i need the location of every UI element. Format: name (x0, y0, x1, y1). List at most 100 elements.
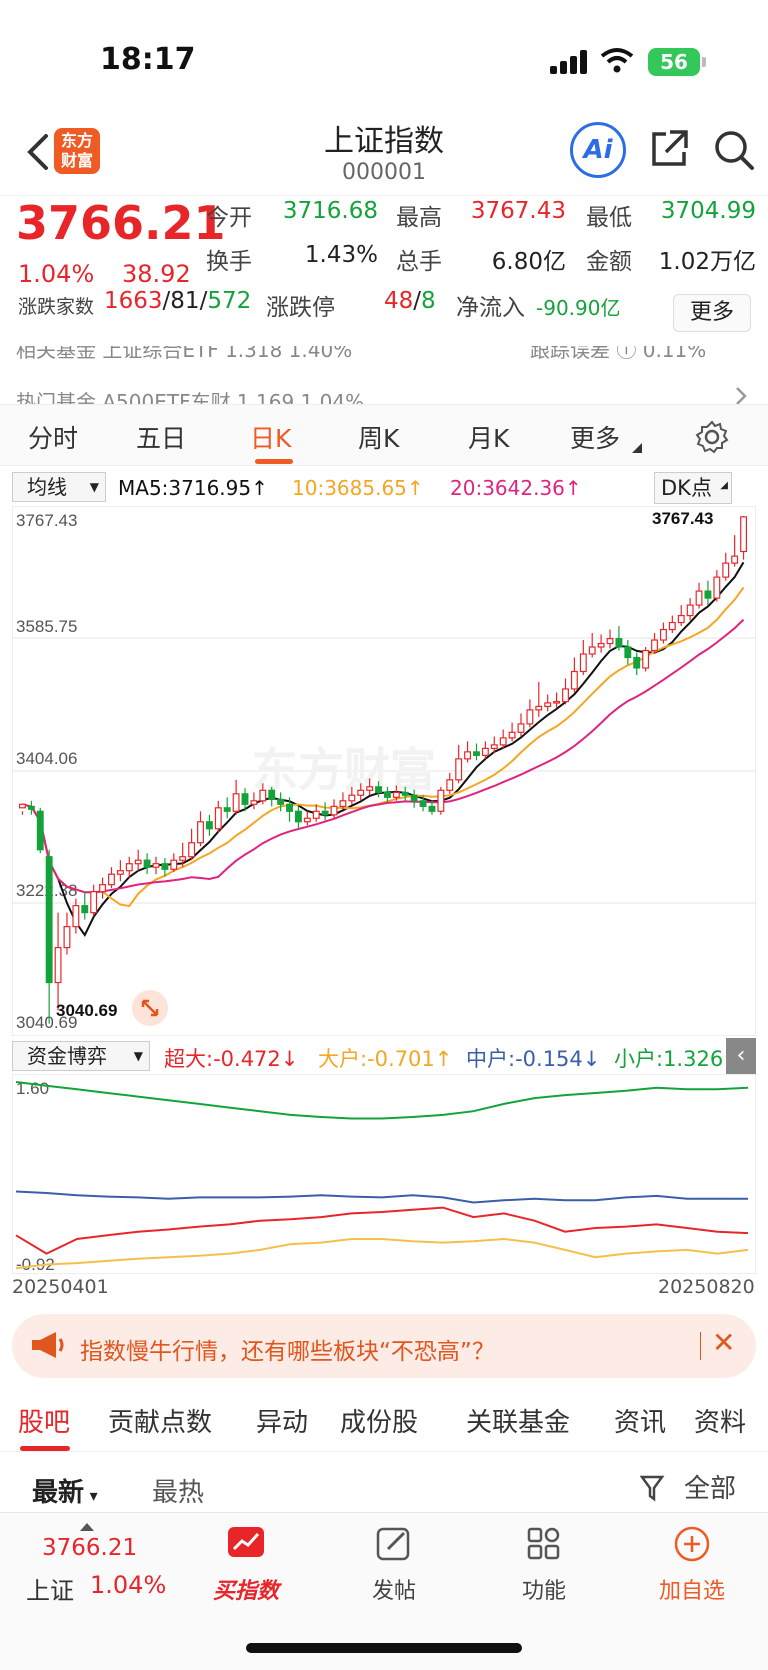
related-fund-ticker[interactable]: 相关基金 上证综合ETF 1.318 1.40% 跟踪误差 ⓘ 0.11% 热门… (0, 346, 768, 404)
tab-guba[interactable]: 股吧 (18, 1402, 70, 1439)
tab-constituents[interactable]: 成份股 (340, 1402, 418, 1439)
candle-body (508, 731, 516, 739)
candle-body (134, 859, 142, 865)
limit-down-count: 8 (421, 288, 436, 314)
candle-body (740, 516, 747, 553)
close-icon[interactable]: ✕ (712, 1326, 735, 1359)
top-nav: 东方 财富 上证指数 000001 Ai (0, 110, 768, 196)
up-count: 1663 (104, 288, 163, 314)
candle-body (223, 807, 231, 812)
status-time: 18:17 (100, 42, 196, 77)
chevron-right-icon (736, 387, 747, 404)
candle-body (214, 807, 222, 830)
candle-body (116, 870, 124, 875)
sort-latest[interactable]: 最新 ▾ (32, 1472, 98, 1509)
small-value: 小户:1.326↑ (614, 1047, 741, 1071)
y-tick-label: 3585.75 (16, 617, 77, 636)
indicator-select[interactable]: 均线 ▼ (12, 472, 106, 502)
active-tab-underline (20, 1446, 70, 1451)
candle-body (384, 791, 391, 798)
ma-legend-bar: 均线 ▼ MA5:3716.95↑ 10:3685.65↑ 20:3642.36↑… (0, 468, 768, 508)
sort-hot[interactable]: 最热 (152, 1472, 204, 1509)
expand-up-icon[interactable] (80, 1521, 94, 1531)
candle-body (570, 670, 578, 690)
filter-all[interactable]: 全部 (684, 1468, 736, 1505)
edit-icon (376, 1527, 410, 1561)
capital-flow-chart[interactable]: 1.60 -0.92 (12, 1074, 756, 1274)
tab-movement[interactable]: 异动 (256, 1402, 308, 1439)
tab-news[interactable]: 资讯 (614, 1402, 666, 1439)
candle-body (419, 800, 427, 807)
post-button[interactable]: 发帖 (344, 1525, 444, 1605)
tab-related-funds[interactable]: 关联基金 (466, 1402, 570, 1439)
candle-body (312, 810, 320, 819)
candle-body (624, 646, 632, 659)
tab-five-day[interactable]: 五日 (136, 419, 186, 455)
open-label: 今开 (206, 205, 252, 231)
tab-profile[interactable]: 资料 (694, 1402, 746, 1439)
bottom-nav: 3766.21 上证 1.04% 买指数 发帖 功能 加自选 (0, 1512, 768, 1670)
buy-index-button[interactable]: 买指数 (196, 1525, 296, 1605)
volume-label: 总手 (396, 249, 442, 275)
add-watchlist-label: 加自选 (658, 1579, 725, 1604)
candle-body (535, 705, 543, 711)
ticker-row-related: 相关基金 上证综合ETF 1.318 1.40% (16, 346, 353, 362)
functions-button[interactable]: 功能 (494, 1525, 594, 1605)
promo-banner[interactable]: 指数慢牛行情，还有哪些板块“不恐高”？ ✕ (12, 1314, 756, 1378)
banner-separator (700, 1332, 701, 1360)
more-caret-icon (632, 443, 642, 453)
candle-body (597, 642, 605, 648)
candle-body (651, 639, 658, 652)
candle-body (161, 863, 169, 870)
flow-indicator-select[interactable]: 资金博弈 ▼ (12, 1041, 150, 1071)
indicator-select-label: 均线 (27, 475, 67, 499)
candle-body (668, 621, 676, 631)
candle-body (45, 856, 53, 984)
candle-body (392, 791, 400, 798)
tab-daily-k[interactable]: 日K (250, 419, 291, 455)
status-bar: 18:17 56 (0, 0, 768, 110)
ai-button[interactable]: Ai (570, 122, 626, 178)
section-tabs: 股吧 贡献点数 异动 成份股 关联基金 资讯 资料 (0, 1390, 768, 1452)
candle-body (277, 798, 285, 805)
tab-monthly-k[interactable]: 月K (468, 419, 509, 455)
down-count: 572 (207, 288, 252, 314)
candle-body (588, 646, 596, 655)
tab-contribution[interactable]: 贡献点数 (108, 1402, 212, 1439)
buy-index-label: 买指数 (212, 1579, 279, 1604)
candle-body (259, 789, 267, 802)
low-value: 3704.99 (660, 198, 756, 224)
candle-body (713, 576, 721, 599)
candle-body (633, 656, 641, 669)
search-icon[interactable] (712, 128, 756, 172)
more-button[interactable]: 更多 (673, 294, 751, 332)
collapse-panel-button[interactable]: ‹ (726, 1038, 756, 1074)
post-label: 发帖 (371, 1579, 416, 1604)
candle-body (615, 638, 623, 648)
share-icon[interactable] (648, 128, 690, 170)
add-watchlist-button[interactable]: 加自选 (642, 1525, 742, 1605)
breadth-values: 1663/81/572 (104, 288, 252, 314)
candle-body (455, 758, 463, 781)
super-large-value: 超大:-0.472↓ (164, 1047, 299, 1071)
candle-body (339, 800, 347, 807)
tab-weekly-k[interactable]: 周K (358, 419, 399, 455)
tab-more[interactable]: 更多 (570, 419, 620, 455)
candle-body (294, 810, 302, 823)
tab-intraday[interactable]: 分时 (28, 419, 78, 455)
trend-icon (228, 1527, 264, 1557)
y-tick-label: 3767.43 (16, 511, 77, 530)
signal-icon (550, 50, 590, 74)
low-label: 最低 (586, 205, 632, 231)
candle-body (205, 821, 213, 830)
gear-icon[interactable] (694, 419, 730, 455)
filter-icon[interactable] (640, 1474, 668, 1502)
kline-chart[interactable]: 东方财富 3767.43 3585.75 3404.06 3222.38 304… (12, 506, 756, 1036)
candle-body (642, 649, 650, 669)
candle-body (659, 628, 667, 641)
dk-point-button[interactable]: DK点 ◢ (654, 472, 732, 504)
open-value: 3716.68 (282, 198, 378, 224)
candle-body (179, 856, 187, 861)
candle-body (81, 905, 89, 914)
candle-body (72, 905, 80, 928)
